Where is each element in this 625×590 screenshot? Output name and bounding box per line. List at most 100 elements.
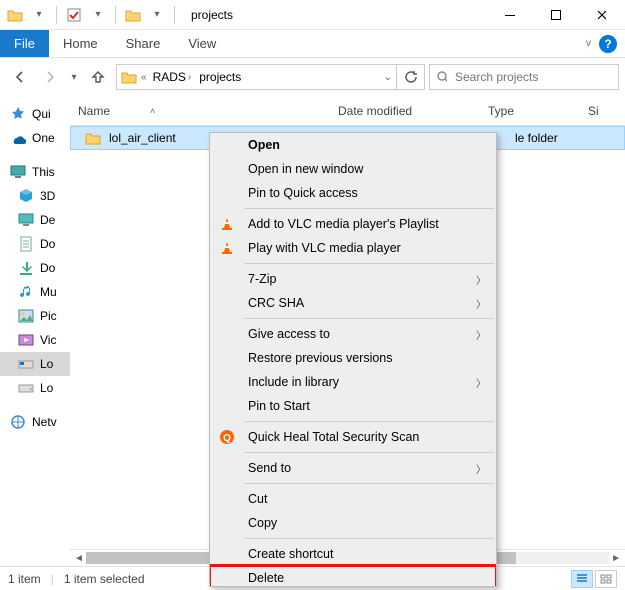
scroll-left-icon[interactable]: ◄	[74, 553, 84, 564]
sidebar-item-drive[interactable]: Mu	[0, 280, 70, 304]
forward-button[interactable]	[36, 63, 64, 91]
up-button[interactable]	[84, 63, 112, 91]
context-menu-label: CRC SHA	[248, 296, 304, 310]
window-title: projects	[191, 8, 233, 22]
star-icon	[10, 106, 26, 122]
context-menu-item[interactable]: Restore previous versions	[210, 346, 496, 370]
context-menu-item[interactable]: Include in library 〉	[210, 370, 496, 394]
separator	[244, 318, 494, 319]
sidebar-item-label: 3D	[40, 189, 55, 203]
qat-dropdown-icon[interactable]: ▾	[87, 4, 109, 26]
context-menu-label: Pin to Start	[248, 399, 310, 413]
address-bar[interactable]: « RADS › projects ⌄	[116, 64, 397, 90]
file-type: le folder	[515, 131, 558, 145]
context-menu-item[interactable]: Send to〉	[210, 456, 496, 480]
sidebar-item-label: Mu	[40, 285, 57, 299]
view-thumbnails-button[interactable]	[595, 570, 617, 588]
context-menu-label: Send to	[248, 461, 291, 475]
scroll-right-icon[interactable]: ►	[611, 553, 621, 564]
sidebar-item-quick[interactable]: One	[0, 126, 70, 150]
tab-view[interactable]: View	[174, 30, 230, 57]
context-menu-item[interactable]: Q Quick Heal Total Security Scan	[210, 425, 496, 449]
sidebar-item-drive[interactable]: De	[0, 208, 70, 232]
breadcrumb-segment[interactable]: projects	[197, 70, 243, 84]
tab-home[interactable]: Home	[49, 30, 112, 57]
view-details-button[interactable]	[571, 570, 593, 588]
address-dropdown-icon[interactable]: ⌄	[384, 72, 392, 83]
ribbon-expand-icon[interactable]: v	[586, 38, 591, 49]
properties-checkbox-icon[interactable]	[63, 4, 85, 26]
context-menu-label: Include in library	[248, 375, 339, 389]
refresh-button[interactable]	[397, 64, 425, 90]
sidebar-item-label: Pic	[40, 309, 57, 323]
breadcrumb-segment[interactable]: RADS ›	[151, 70, 194, 84]
context-menu-label: Create shortcut	[248, 547, 333, 561]
column-type[interactable]: Type	[480, 104, 580, 118]
separator	[244, 421, 494, 422]
sidebar-item-drive[interactable]: Lo	[0, 352, 70, 376]
svg-text:Q: Q	[223, 433, 231, 444]
picture-icon	[18, 308, 34, 324]
chevron-right-icon: 〉	[476, 375, 486, 390]
context-menu-label: Quick Heal Total Security Scan	[248, 430, 419, 444]
maximize-button[interactable]	[533, 0, 579, 30]
qat-customize-icon[interactable]: ▾	[146, 4, 168, 26]
sidebar-item-drive[interactable]: Do	[0, 256, 70, 280]
divider	[115, 6, 116, 24]
search-input[interactable]	[453, 69, 612, 85]
chevron-left-icon[interactable]: «	[141, 72, 147, 83]
column-name[interactable]: Name	[78, 104, 110, 118]
music-icon	[18, 284, 34, 300]
context-menu-label: Copy	[248, 516, 277, 530]
navigation-pane[interactable]: QuiOne This 3DDeDoDoMuPicVicLoLo Netv	[0, 96, 70, 566]
sidebar-item-drive[interactable]: 3D	[0, 184, 70, 208]
sidebar-item-drive[interactable]: Do	[0, 232, 70, 256]
sidebar-item-quick[interactable]: Qui	[0, 102, 70, 126]
close-button[interactable]	[579, 0, 625, 30]
context-menu-label: Give access to	[248, 327, 330, 341]
sidebar-item-network[interactable]: Netv	[0, 410, 70, 434]
drive-icon	[18, 380, 34, 396]
context-menu-item[interactable]: Create shortcut	[210, 542, 496, 566]
context-menu-item[interactable]: Pin to Quick access	[210, 181, 496, 205]
context-menu-label: Open in new window	[248, 162, 363, 176]
sidebar-item-drive[interactable]: Pic	[0, 304, 70, 328]
file-tab[interactable]: File	[0, 30, 49, 57]
context-menu-item[interactable]: Pin to Start	[210, 394, 496, 418]
download-icon	[18, 260, 34, 276]
drive-win-icon	[18, 356, 34, 372]
tab-share[interactable]: Share	[112, 30, 175, 57]
context-menu-item[interactable]: Give access to〉	[210, 322, 496, 346]
chevron-right-icon[interactable]: ›	[188, 72, 191, 83]
separator	[244, 452, 494, 453]
context-menu-item[interactable]: Open in new window	[210, 157, 496, 181]
context-menu-item[interactable]: 7-Zip〉	[210, 267, 496, 291]
sidebar-item-label: Lo	[40, 381, 53, 395]
column-date[interactable]: Date modified	[330, 104, 480, 118]
sidebar-item-drive[interactable]: Lo	[0, 376, 70, 400]
qat-dropdown-icon[interactable]: ▾	[28, 4, 50, 26]
breadcrumb-label: projects	[199, 70, 241, 84]
video-icon	[18, 332, 34, 348]
vlc-icon	[218, 215, 236, 233]
recent-dropdown-icon[interactable]: ▾	[66, 63, 82, 91]
context-menu-item[interactable]: Delete	[210, 566, 496, 587]
back-button[interactable]	[6, 63, 34, 91]
sidebar-item-this-pc[interactable]: This	[0, 160, 70, 184]
sidebar-item-label: Qui	[32, 107, 51, 121]
context-menu-item[interactable]: Copy	[210, 511, 496, 535]
context-menu-item[interactable]: Add to VLC media player's Playlist	[210, 212, 496, 236]
search-box[interactable]	[429, 64, 619, 90]
desktop-icon	[18, 212, 34, 228]
column-headers[interactable]: Name˄ Date modified Type Si	[70, 96, 625, 126]
help-icon[interactable]: ?	[599, 35, 617, 53]
context-menu[interactable]: Open Open in new window Pin to Quick acces…	[209, 132, 497, 587]
sidebar-item-drive[interactable]: Vic	[0, 328, 70, 352]
column-size[interactable]: Si	[580, 104, 625, 118]
context-menu-item[interactable]: Open	[210, 133, 496, 157]
minimize-button[interactable]	[487, 0, 533, 30]
sidebar-item-label: One	[32, 131, 55, 145]
context-menu-item[interactable]: CRC SHA〉	[210, 291, 496, 315]
context-menu-item[interactable]: Play with VLC media player	[210, 236, 496, 260]
context-menu-item[interactable]: Cut	[210, 487, 496, 511]
